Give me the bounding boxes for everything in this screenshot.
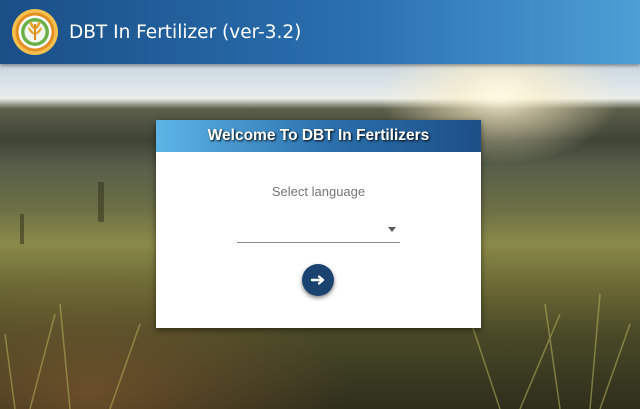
next-button[interactable]	[302, 264, 334, 296]
caret-down-icon	[388, 227, 396, 232]
app-title: DBT In Fertilizer (ver-3.2)	[69, 21, 302, 43]
language-select[interactable]	[237, 216, 400, 243]
dialog-title: Welcome To DBT In Fertilizers	[207, 127, 430, 144]
welcome-dialog: Welcome To DBT In Fertilizers Select lan…	[156, 120, 481, 328]
dialog-header: Welcome To DBT In Fertilizers	[156, 120, 481, 152]
app-bar: DBT In Fertilizer (ver-3.2)	[0, 0, 640, 64]
wheat-emblem-icon	[11, 8, 59, 56]
arrow-right-icon	[310, 275, 325, 285]
select-language-label: Select language	[271, 184, 366, 199]
